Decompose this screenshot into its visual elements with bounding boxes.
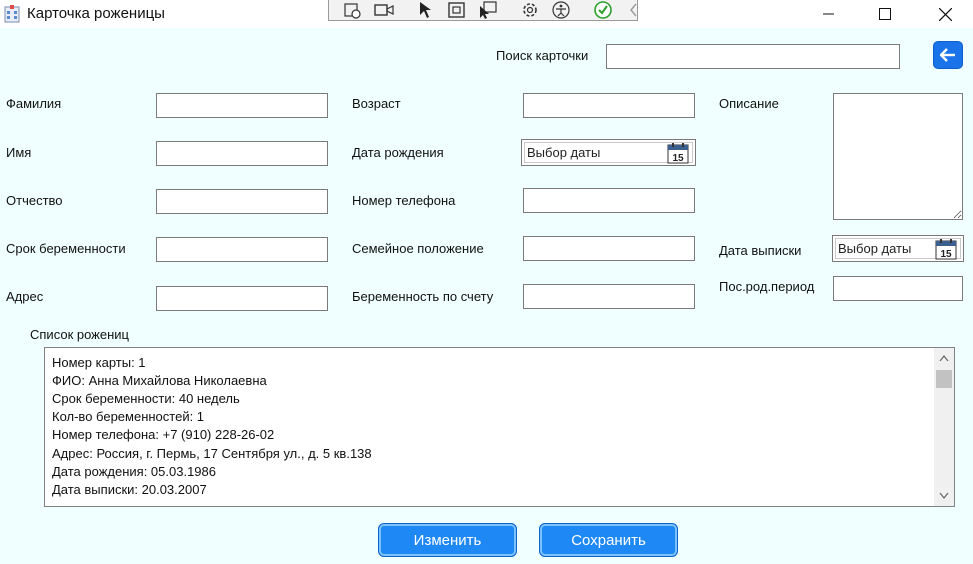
discharge-date-label: Дата выписки: [719, 243, 802, 258]
maximize-button[interactable]: [862, 0, 908, 28]
list-scrollbar[interactable]: [934, 348, 954, 506]
pointer-select-icon[interactable]: [478, 1, 498, 19]
patronymic-label: Отчество: [6, 193, 63, 208]
list-item: ФИО: Анна Михайлова Николаевна: [52, 373, 267, 388]
frame-icon[interactable]: [447, 1, 467, 19]
list-item: Номер телефона: +7 (910) 228-26-02: [52, 427, 275, 442]
minimize-button[interactable]: [806, 0, 852, 28]
description-label: Описание: [719, 96, 779, 111]
marital-status-input[interactable]: [523, 236, 695, 261]
address-label: Адрес: [6, 289, 44, 304]
marital-status-label: Семейное положение: [352, 241, 484, 256]
discharge-date-placeholder: Выбор даты: [838, 241, 912, 256]
age-input[interactable]: [523, 93, 695, 118]
debug-toolbar: [328, 0, 638, 21]
app-building-icon: [2, 4, 22, 24]
calendar-day: 15: [672, 153, 684, 164]
pregnancy-count-input[interactable]: [523, 284, 695, 309]
close-icon: [938, 7, 952, 21]
birth-date-placeholder: Выбор даты: [527, 145, 601, 160]
list-item: Дата рождения: 05.03.1986: [52, 464, 216, 479]
list-item: Номер карты: 1: [52, 355, 146, 370]
surname-input[interactable]: [156, 93, 328, 118]
back-button[interactable]: [933, 41, 963, 69]
calendar-icon[interactable]: 15: [935, 239, 957, 260]
select-element-icon[interactable]: [343, 1, 363, 19]
name-label: Имя: [6, 145, 32, 160]
postnatal-input[interactable]: [833, 276, 963, 301]
address-input[interactable]: [156, 286, 328, 311]
accessibility-icon[interactable]: [551, 1, 571, 19]
scroll-thumb[interactable]: [936, 370, 952, 388]
calendar-day: 15: [940, 249, 952, 260]
list-item: Дата выписки: 20.03.2007: [52, 482, 207, 497]
pregnancy-count-label: Беременность по счету: [352, 289, 494, 304]
pregnancy-term-label: Срок беременности: [6, 241, 126, 256]
video-icon[interactable]: [374, 1, 394, 19]
patronymic-input[interactable]: [156, 189, 328, 214]
chevron-left-icon[interactable]: [624, 1, 644, 19]
list-label: Список рожениц: [30, 327, 129, 342]
search-input[interactable]: [606, 44, 900, 69]
chevron-up-icon: [939, 355, 949, 362]
pregnancy-term-input[interactable]: [156, 237, 328, 262]
description-textarea[interactable]: [833, 93, 963, 220]
arrow-left-icon: [940, 48, 955, 62]
age-label: Возраст: [352, 96, 401, 111]
name-input[interactable]: [156, 141, 328, 166]
edit-button[interactable]: Изменить: [378, 523, 517, 557]
surname-label: Фамилия: [6, 96, 62, 111]
phone-label: Номер телефона: [352, 193, 456, 208]
list-item: Адрес: Россия, г. Пермь, 17 Сентября ул.…: [52, 446, 372, 461]
calendar-icon[interactable]: 15: [667, 143, 689, 164]
list-item: Кол-во беременностей: 1: [52, 409, 205, 424]
gear-icon[interactable]: [520, 1, 540, 19]
birth-date-picker[interactable]: Выбор даты 15: [521, 139, 696, 166]
save-button[interactable]: Сохранить: [539, 523, 678, 557]
search-label: Поиск карточки: [496, 48, 589, 63]
pointer-icon[interactable]: [416, 1, 436, 19]
scroll-down-button[interactable]: [934, 487, 954, 504]
check-icon[interactable]: [593, 1, 613, 19]
birth-date-label: Дата рождения: [352, 145, 444, 160]
close-button[interactable]: [922, 0, 968, 28]
minimize-icon: [823, 13, 834, 15]
phone-input[interactable]: [523, 188, 695, 213]
list-item: Срок беременности: 40 недель: [52, 391, 240, 406]
postnatal-label: Пос.род.период: [719, 279, 815, 294]
maximize-icon: [879, 8, 891, 20]
scroll-up-button[interactable]: [934, 350, 954, 367]
chevron-down-icon: [939, 492, 949, 499]
discharge-date-picker[interactable]: Выбор даты 15: [832, 235, 964, 262]
patients-list[interactable]: Номер карты: 1 ФИО: Анна Михайлова Никол…: [44, 347, 955, 507]
window-title: Карточка роженицы: [27, 5, 165, 22]
